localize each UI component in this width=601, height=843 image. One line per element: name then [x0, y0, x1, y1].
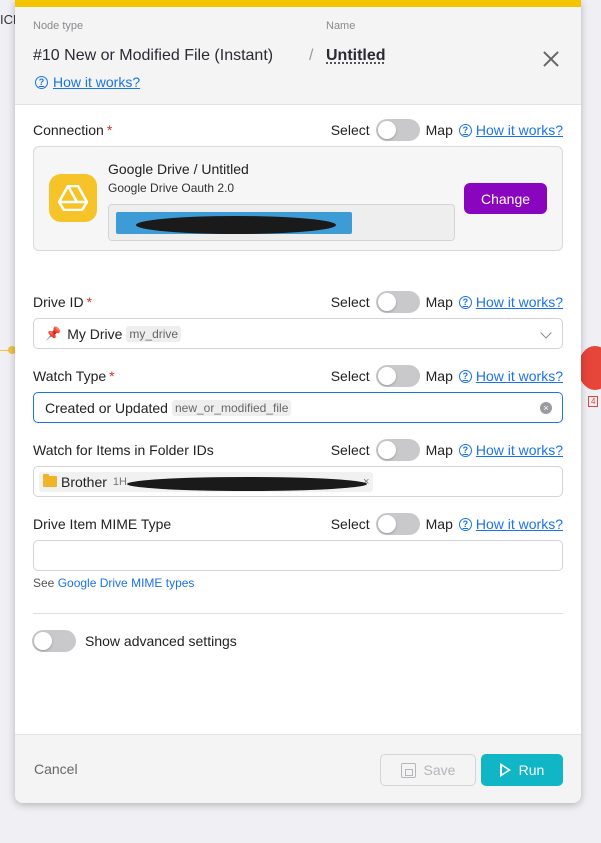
watch-type-how-it-works-link[interactable]: ? How it works? [458, 368, 563, 384]
help-icon: ? [458, 295, 472, 309]
mime-type-controls: Select Map ? How it works? [331, 513, 563, 535]
watch-type-value: Created or Updated [45, 399, 168, 416]
background-node-badge: 4 [588, 396, 599, 407]
drive-id-row: Drive ID * Select Map ? How it works? [33, 291, 563, 315]
mime-types-link[interactable]: Google Drive MIME types [58, 576, 195, 590]
watch-folders-how-it-works-link[interactable]: ? How it works? [458, 442, 563, 458]
save-label: Save [423, 762, 456, 778]
select-label: Select [330, 294, 370, 310]
run-button[interactable]: Run [481, 754, 563, 786]
select-label: Select [330, 516, 370, 532]
watch-type-select[interactable]: Created or Updated new_or_modified_file … [33, 392, 563, 423]
connection-row: Connection * Select Map ? How it works? [33, 119, 563, 143]
mime-type-hint: See Google Drive MIME types [33, 576, 195, 590]
mime-type-how-it-works-link[interactable]: ? How it works? [458, 516, 563, 532]
map-label: Map [425, 442, 453, 458]
mime-type-input[interactable] [33, 540, 563, 571]
background-node [578, 346, 601, 390]
select-label: Select [330, 442, 370, 458]
drive-id-how-it-works-link[interactable]: ? How it works? [458, 294, 563, 310]
account-chip-redacted [116, 212, 352, 234]
save-icon [400, 762, 416, 778]
watch-type-tag: new_or_modified_file [171, 399, 292, 416]
help-icon: ? [458, 517, 472, 531]
map-label: Map [425, 516, 453, 532]
chevron-down-icon [540, 327, 552, 339]
watch-folders-input[interactable]: Brother 1H × [33, 466, 563, 497]
drive-id-label: Drive ID * [33, 294, 93, 310]
header-how-it-works-link[interactable]: ? How it works? [35, 74, 140, 90]
select-label: Select [330, 122, 370, 138]
panel-footer: Cancel Save Run [15, 734, 581, 803]
cancel-button[interactable]: Cancel [34, 761, 78, 777]
panel-accent-bar [15, 0, 581, 7]
map-label: Map [425, 122, 453, 138]
drive-id-select[interactable]: 📌 My Drive my_drive [33, 318, 563, 349]
pin-icon: 📌 [45, 325, 62, 341]
run-label: Run [518, 762, 545, 778]
save-button[interactable]: Save [380, 754, 476, 786]
help-icon: ? [35, 75, 48, 89]
watch-folders-row: Watch for Items in Folder IDs Select Map… [33, 439, 563, 463]
connection-title: Google Drive / Untitled [108, 161, 249, 177]
folder-icon [43, 474, 57, 487]
folder-chip[interactable]: Brother 1H × [39, 471, 374, 492]
connection-controls: Select Map ? How it works? [331, 119, 563, 141]
watch-type-row: Watch Type * Select Map ? How it works? [33, 365, 563, 389]
header-how-it-works-text: How it works? [53, 74, 141, 90]
clear-icon[interactable]: × [540, 402, 552, 414]
select-map-toggle[interactable] [375, 291, 420, 313]
name-label: Name [326, 20, 356, 32]
divider [33, 613, 563, 614]
connection-account-field [108, 204, 455, 241]
connection-how-it-works-link[interactable]: ? How it works? [458, 122, 563, 138]
select-map-toggle[interactable] [375, 439, 420, 461]
select-label: Select [330, 368, 370, 384]
drive-id-value: My Drive [67, 325, 123, 342]
connection-label: Connection * [33, 122, 113, 138]
map-label: Map [425, 368, 453, 384]
drive-id-tag: my_drive [126, 325, 182, 342]
select-map-toggle[interactable] [375, 119, 420, 141]
advanced-settings-toggle[interactable] [32, 630, 76, 652]
help-icon: ? [458, 443, 472, 457]
watch-type-controls: Select Map ? How it works? [331, 365, 563, 387]
folder-chip-label: Brother [61, 473, 107, 490]
redaction-scribble [136, 216, 336, 234]
node-type-label: Node type [33, 20, 84, 32]
play-icon [499, 763, 511, 777]
folder-chip-id: 1H [113, 476, 367, 491]
help-icon: ? [458, 123, 472, 137]
node-name[interactable]: Untitled [326, 47, 386, 65]
node-settings-panel: Node type Name #10 New or Modified File … [15, 0, 581, 803]
drive-id-controls: Select Map ? How it works? [331, 291, 563, 313]
node-title: #10 New or Modified File (Instant) [33, 47, 274, 64]
connection-subtitle: Google Drive Oauth 2.0 [108, 181, 235, 195]
mime-type-row: Drive Item MIME Type Select Map ? How it … [33, 513, 563, 537]
google-drive-icon [49, 174, 97, 222]
mime-type-label: Drive Item MIME Type [33, 516, 172, 532]
connection-card: Google Drive / Untitled Google Drive Oau… [33, 146, 563, 251]
select-map-toggle[interactable] [375, 513, 420, 535]
map-label: Map [425, 294, 453, 310]
close-icon[interactable] [541, 49, 561, 69]
watch-folders-label: Watch for Items in Folder IDs [33, 442, 214, 458]
watch-type-label: Watch Type * [33, 368, 115, 384]
advanced-settings-label: Show advanced settings [85, 633, 237, 649]
title-separator: / [309, 47, 314, 64]
select-map-toggle[interactable] [375, 365, 420, 387]
panel-header: Node type Name #10 New or Modified File … [15, 7, 581, 105]
change-connection-button[interactable]: Change [464, 183, 547, 214]
help-icon: ? [458, 369, 472, 383]
watch-folders-controls: Select Map ? How it works? [331, 439, 563, 461]
redaction-scribble [126, 476, 367, 491]
